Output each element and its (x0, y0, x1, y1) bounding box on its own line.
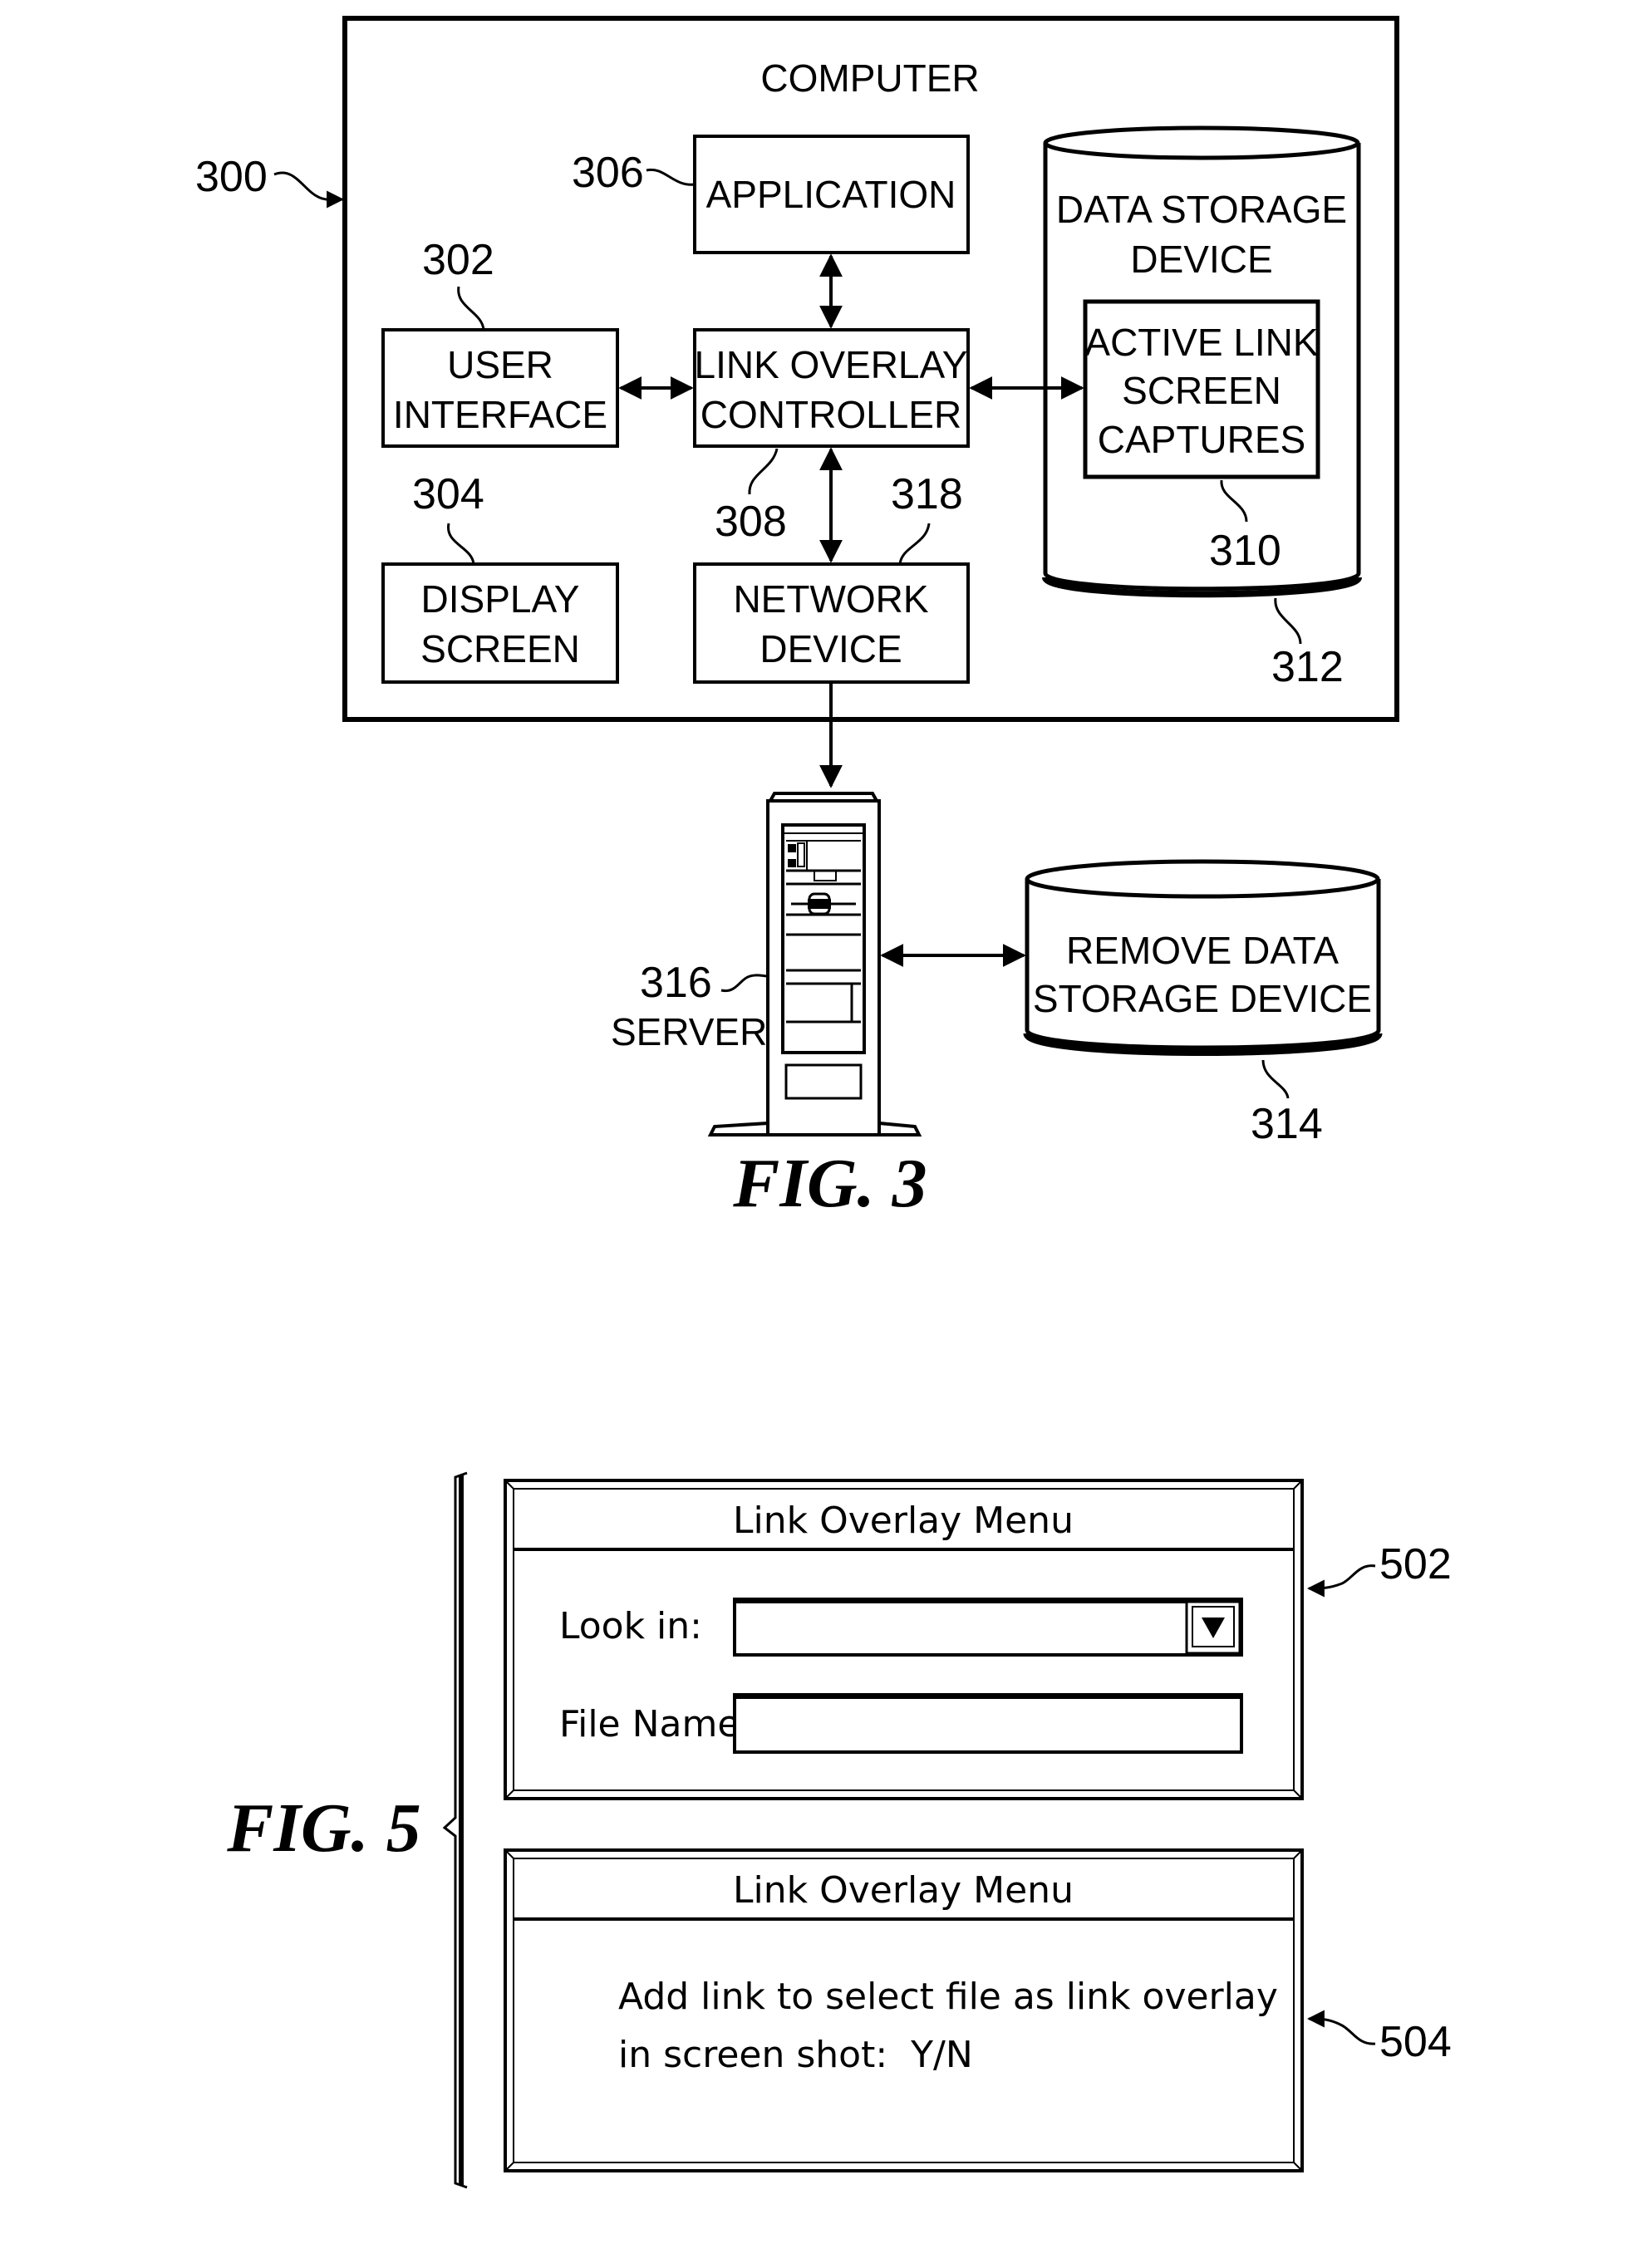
leader-306-icon (646, 168, 696, 186)
figure-5: FIG. 5 Link Overlay Menu Look in: File N… (226, 1471, 1452, 2189)
figure-5-caption: FIG. 5 (226, 1789, 420, 1867)
look-in-label: Look in: (559, 1605, 702, 1647)
data-storage-device-label-line2: DEVICE (1130, 238, 1272, 281)
remote-storage-label-line2: STORAGE DEVICE (1033, 977, 1372, 1020)
dialog-504-message-line2: in screen shot: Y/N (618, 2034, 973, 2076)
data-storage-device-label-line1: DATA STORAGE (1056, 188, 1347, 231)
patent-drawing-sheet: COMPUTER 300 APPLICATION 306 USER INTERF… (195, 16, 1452, 2189)
figure-3: COMPUTER 300 APPLICATION 306 USER INTERF… (195, 16, 1399, 1222)
server-label: SERVER (611, 1010, 767, 1053)
leader-314-icon (1261, 1059, 1290, 1099)
ref-300: 300 (195, 153, 268, 201)
ref-318: 318 (891, 470, 963, 518)
display-screen-label-line1: DISPLAY (421, 577, 580, 621)
application-label: APPLICATION (706, 173, 956, 216)
ref-306: 306 (572, 149, 644, 197)
leader-504-icon (1306, 2010, 1376, 2045)
ref-310: 310 (1209, 527, 1281, 575)
computer-label: COMPUTER (760, 56, 979, 100)
server-icon (707, 792, 922, 1136)
dialog-504-message-line1: Add link to select file as link overlay (618, 1976, 1278, 2018)
ref-302: 302 (422, 236, 494, 284)
look-in-dropdown-button[interactable] (1185, 1600, 1241, 1655)
dialog-504-title: Link Overlay Menu (733, 1869, 1074, 1912)
leader-316-icon (720, 974, 769, 993)
active-link-label-line2: SCREEN (1122, 369, 1281, 412)
ref-312: 312 (1271, 643, 1344, 691)
user-interface-label-line2: INTERFACE (393, 393, 607, 436)
remote-storage-label-line1: REMOVE DATA (1066, 929, 1339, 972)
file-name-input[interactable] (733, 1693, 1243, 1754)
dialog-502-title: Link Overlay Menu (733, 1500, 1074, 1542)
leader-312-icon (1274, 597, 1302, 645)
look-in-dropdown[interactable] (733, 1598, 1243, 1657)
ref-316: 316 (640, 959, 712, 1007)
link-overlay-controller-label-line1: LINK OVERLAY (695, 343, 968, 386)
active-link-label-line3: CAPTURES (1098, 418, 1305, 461)
file-name-label: File Name: (559, 1703, 752, 1745)
leader-304-icon (447, 523, 475, 565)
leader-502-icon (1306, 1564, 1376, 1598)
leader-318-icon (898, 523, 931, 565)
network-device-label-line2: DEVICE (760, 627, 902, 670)
leader-300-icon (273, 171, 345, 209)
brace-icon (442, 1471, 468, 2189)
network-device-label-line1: NETWORK (733, 577, 928, 621)
ref-308: 308 (715, 498, 787, 546)
ref-502: 502 (1379, 1540, 1452, 1588)
active-link-label-line1: ACTIVE LINK (1084, 321, 1319, 364)
figure-3-caption: FIG. 3 (732, 1145, 927, 1222)
display-screen-label-line2: SCREEN (420, 627, 580, 670)
link-overlay-controller-label-line2: CONTROLLER (701, 393, 961, 436)
ref-314: 314 (1251, 1100, 1323, 1148)
ref-304: 304 (412, 470, 484, 518)
leader-308-icon (748, 448, 779, 495)
ref-504: 504 (1379, 2018, 1452, 2066)
leader-302-icon (457, 286, 485, 331)
user-interface-label-line1: USER (447, 343, 553, 386)
